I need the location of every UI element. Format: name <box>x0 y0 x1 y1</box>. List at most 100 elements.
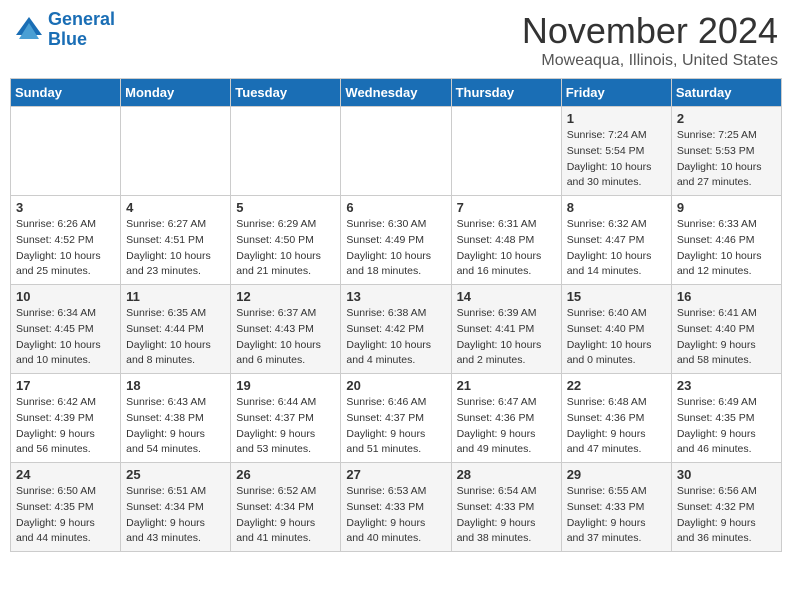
day-number: 11 <box>126 289 225 304</box>
logo-icon <box>14 15 44 45</box>
day-info: Sunrise: 6:39 AMSunset: 4:41 PMDaylight:… <box>457 306 556 369</box>
day-number: 3 <box>16 200 115 215</box>
calendar-week-row: 24 Sunrise: 6:50 AMSunset: 4:35 PMDayligh… <box>11 463 782 552</box>
day-number: 9 <box>677 200 776 215</box>
calendar-cell: 4 Sunrise: 6:27 AMSunset: 4:51 PMDaylight… <box>121 196 231 285</box>
calendar-cell: 20 Sunrise: 6:46 AMSunset: 4:37 PMDayligh… <box>341 374 451 463</box>
month-title: November 2024 <box>522 10 778 52</box>
calendar-cell: 24 Sunrise: 6:50 AMSunset: 4:35 PMDayligh… <box>11 463 121 552</box>
calendar-cell <box>11 107 121 196</box>
day-info: Sunrise: 6:53 AMSunset: 4:33 PMDaylight:… <box>346 484 445 547</box>
calendar-body: 1 Sunrise: 7:24 AMSunset: 5:54 PMDaylight… <box>11 107 782 552</box>
day-number: 5 <box>236 200 335 215</box>
calendar-cell: 17 Sunrise: 6:42 AMSunset: 4:39 PMDayligh… <box>11 374 121 463</box>
day-number: 1 <box>567 111 666 126</box>
day-number: 6 <box>346 200 445 215</box>
day-number: 23 <box>677 378 776 393</box>
day-of-week-header: Wednesday <box>341 79 451 107</box>
day-of-week-header: Thursday <box>451 79 561 107</box>
day-number: 30 <box>677 467 776 482</box>
day-number: 27 <box>346 467 445 482</box>
day-info: Sunrise: 6:54 AMSunset: 4:33 PMDaylight:… <box>457 484 556 547</box>
day-number: 18 <box>126 378 225 393</box>
day-info: Sunrise: 6:32 AMSunset: 4:47 PMDaylight:… <box>567 217 666 280</box>
calendar-cell <box>231 107 341 196</box>
calendar-cell: 9Sunrise: 6:33 AMSunset: 4:46 PMDaylight… <box>671 196 781 285</box>
day-number: 20 <box>346 378 445 393</box>
header: General Blue November 2024 Moweaqua, Ill… <box>10 10 782 70</box>
day-number: 15 <box>567 289 666 304</box>
day-info: Sunrise: 6:49 AMSunset: 4:35 PMDaylight:… <box>677 395 776 458</box>
logo-line2: Blue <box>48 29 87 49</box>
calendar-cell: 28Sunrise: 6:54 AMSunset: 4:33 PMDayligh… <box>451 463 561 552</box>
day-number: 2 <box>677 111 776 126</box>
calendar-cell: 12Sunrise: 6:37 AMSunset: 4:43 PMDayligh… <box>231 285 341 374</box>
calendar-cell: 27 Sunrise: 6:53 AMSunset: 4:33 PMDayligh… <box>341 463 451 552</box>
day-number: 14 <box>457 289 556 304</box>
day-number: 24 <box>16 467 115 482</box>
day-info: Sunrise: 6:55 AMSunset: 4:33 PMDaylight:… <box>567 484 666 547</box>
day-number: 29 <box>567 467 666 482</box>
calendar-cell <box>341 107 451 196</box>
calendar-week-row: 10Sunrise: 6:34 AMSunset: 4:45 PMDayligh… <box>11 285 782 374</box>
calendar-cell: 5 Sunrise: 6:29 AMSunset: 4:50 PMDaylight… <box>231 196 341 285</box>
calendar-table: SundayMondayTuesdayWednesdayThursdayFrid… <box>10 78 782 552</box>
day-info: Sunrise: 6:40 AMSunset: 4:40 PMDaylight:… <box>567 306 666 369</box>
location-title: Moweaqua, Illinois, United States <box>522 52 778 70</box>
day-info: Sunrise: 6:48 AMSunset: 4:36 PMDaylight:… <box>567 395 666 458</box>
calendar-cell: 11 Sunrise: 6:35 AMSunset: 4:44 PMDayligh… <box>121 285 231 374</box>
calendar-cell: 1 Sunrise: 7:24 AMSunset: 5:54 PMDaylight… <box>561 107 671 196</box>
day-number: 17 <box>16 378 115 393</box>
day-info: Sunrise: 6:44 AMSunset: 4:37 PMDaylight:… <box>236 395 335 458</box>
day-info: Sunrise: 6:31 AMSunset: 4:48 PMDaylight:… <box>457 217 556 280</box>
day-of-week-header: Saturday <box>671 79 781 107</box>
calendar-cell <box>451 107 561 196</box>
day-number: 19 <box>236 378 335 393</box>
calendar-cell: 7 Sunrise: 6:31 AMSunset: 4:48 PMDaylight… <box>451 196 561 285</box>
calendar-cell: 23 Sunrise: 6:49 AMSunset: 4:35 PMDayligh… <box>671 374 781 463</box>
day-number: 21 <box>457 378 556 393</box>
calendar-cell: 26 Sunrise: 6:52 AMSunset: 4:34 PMDayligh… <box>231 463 341 552</box>
day-of-week-header: Friday <box>561 79 671 107</box>
day-info: Sunrise: 6:46 AMSunset: 4:37 PMDaylight:… <box>346 395 445 458</box>
day-info: Sunrise: 7:24 AMSunset: 5:54 PMDaylight:… <box>567 128 666 191</box>
day-number: 12 <box>236 289 335 304</box>
day-info: Sunrise: 6:42 AMSunset: 4:39 PMDaylight:… <box>16 395 115 458</box>
day-info: Sunrise: 6:50 AMSunset: 4:35 PMDaylight:… <box>16 484 115 547</box>
day-info: Sunrise: 7:25 AMSunset: 5:53 PMDaylight:… <box>677 128 776 191</box>
day-number: 22 <box>567 378 666 393</box>
day-info: Sunrise: 6:35 AMSunset: 4:44 PMDaylight:… <box>126 306 225 369</box>
calendar-cell: 14 Sunrise: 6:39 AMSunset: 4:41 PMDayligh… <box>451 285 561 374</box>
calendar-cell: 18Sunrise: 6:43 AMSunset: 4:38 PMDayligh… <box>121 374 231 463</box>
calendar-cell: 15 Sunrise: 6:40 AMSunset: 4:40 PMDayligh… <box>561 285 671 374</box>
day-info: Sunrise: 6:47 AMSunset: 4:36 PMDaylight:… <box>457 395 556 458</box>
title-area: November 2024 Moweaqua, Illinois, United… <box>522 10 778 70</box>
calendar-cell: 29 Sunrise: 6:55 AMSunset: 4:33 PMDayligh… <box>561 463 671 552</box>
day-number: 13 <box>346 289 445 304</box>
calendar-cell: 21 Sunrise: 6:47 AMSunset: 4:36 PMDayligh… <box>451 374 561 463</box>
calendar-cell <box>121 107 231 196</box>
calendar-week-row: 1 Sunrise: 7:24 AMSunset: 5:54 PMDaylight… <box>11 107 782 196</box>
day-of-week-header: Tuesday <box>231 79 341 107</box>
day-number: 7 <box>457 200 556 215</box>
day-number: 16 <box>677 289 776 304</box>
day-info: Sunrise: 6:29 AMSunset: 4:50 PMDaylight:… <box>236 217 335 280</box>
calendar-cell: 25Sunrise: 6:51 AMSunset: 4:34 PMDayligh… <box>121 463 231 552</box>
day-info: Sunrise: 6:26 AMSunset: 4:52 PMDaylight:… <box>16 217 115 280</box>
day-info: Sunrise: 6:52 AMSunset: 4:34 PMDaylight:… <box>236 484 335 547</box>
calendar-cell: 13Sunrise: 6:38 AMSunset: 4:42 PMDayligh… <box>341 285 451 374</box>
calendar-cell: 2 Sunrise: 7:25 AMSunset: 5:53 PMDaylight… <box>671 107 781 196</box>
logo: General Blue <box>14 10 115 50</box>
calendar-cell: 6Sunrise: 6:30 AMSunset: 4:49 PMDaylight… <box>341 196 451 285</box>
day-info: Sunrise: 6:41 AMSunset: 4:40 PMDaylight:… <box>677 306 776 369</box>
day-info: Sunrise: 6:56 AMSunset: 4:32 PMDaylight:… <box>677 484 776 547</box>
day-info: Sunrise: 6:51 AMSunset: 4:34 PMDaylight:… <box>126 484 225 547</box>
calendar-cell: 16 Sunrise: 6:41 AMSunset: 4:40 PMDayligh… <box>671 285 781 374</box>
calendar-header-row: SundayMondayTuesdayWednesdayThursdayFrid… <box>11 79 782 107</box>
day-of-week-header: Monday <box>121 79 231 107</box>
day-number: 26 <box>236 467 335 482</box>
day-number: 4 <box>126 200 225 215</box>
day-number: 8 <box>567 200 666 215</box>
day-info: Sunrise: 6:27 AMSunset: 4:51 PMDaylight:… <box>126 217 225 280</box>
day-number: 10 <box>16 289 115 304</box>
